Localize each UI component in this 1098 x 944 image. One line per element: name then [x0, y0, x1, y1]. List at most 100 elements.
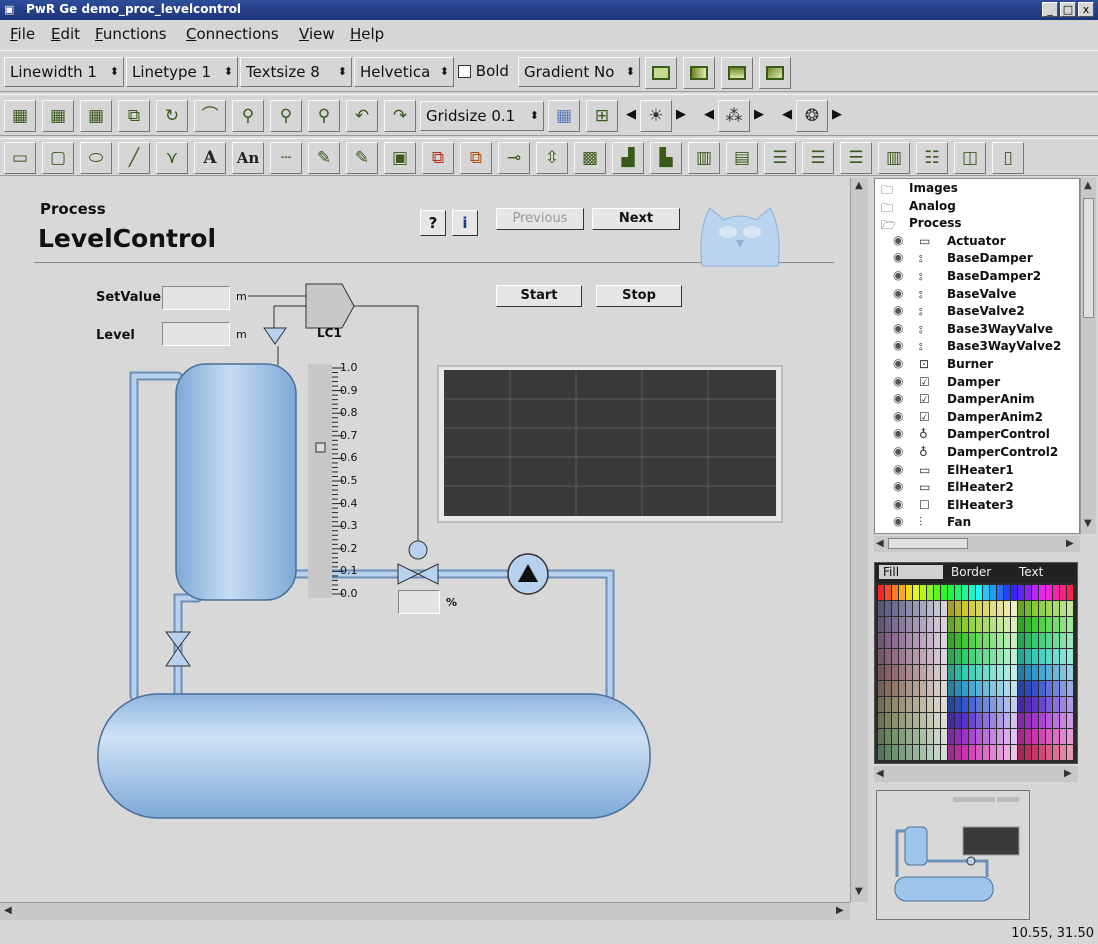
- color-swatch[interactable]: [997, 745, 1003, 760]
- color-swatch[interactable]: [1046, 601, 1052, 616]
- color-swatch[interactable]: [962, 633, 968, 648]
- color-swatch[interactable]: [934, 713, 940, 728]
- color-swatch[interactable]: [955, 697, 961, 712]
- distribute-h-icon[interactable]: ▥: [878, 142, 910, 174]
- canvas-vertical-scrollbar[interactable]: ▲ ▼: [850, 178, 868, 902]
- color-swatch[interactable]: [948, 665, 954, 680]
- image-tool-icon[interactable]: ▩: [574, 142, 606, 174]
- color-swatch[interactable]: [1053, 745, 1059, 760]
- color-swatch[interactable]: [920, 729, 926, 744]
- menu-view[interactable]: View: [299, 25, 335, 43]
- color-swatch[interactable]: [878, 681, 884, 696]
- color-swatch[interactable]: [983, 617, 989, 632]
- color-swatch[interactable]: [1032, 633, 1038, 648]
- color-swatch[interactable]: [990, 633, 996, 648]
- snap-grid-icon[interactable]: ⊞: [586, 100, 618, 132]
- color-swatch[interactable]: [1004, 697, 1010, 712]
- tree-item-actuator[interactable]: ◉ ▭ Actuator: [875, 233, 1075, 251]
- tree-item-elheater2[interactable]: ◉ ▭ ElHeater2: [875, 479, 1075, 497]
- color-swatch[interactable]: [976, 681, 982, 696]
- color-swatch[interactable]: [913, 585, 919, 600]
- color-swatch[interactable]: [1053, 617, 1059, 632]
- color-swatch[interactable]: [1004, 649, 1010, 664]
- color-swatch[interactable]: [885, 681, 891, 696]
- color-swatch[interactable]: [941, 585, 947, 600]
- color-swatch[interactable]: [878, 729, 884, 744]
- color-swatch[interactable]: [913, 665, 919, 680]
- color-swatch[interactable]: [934, 649, 940, 664]
- color-swatch[interactable]: [1046, 745, 1052, 760]
- color-swatch[interactable]: [955, 617, 961, 632]
- color-swatch[interactable]: [927, 697, 933, 712]
- shadow-button[interactable]: [721, 57, 753, 89]
- color-swatch[interactable]: [899, 713, 905, 728]
- color-swatch[interactable]: [1032, 745, 1038, 760]
- zoom-in-icon[interactable]: ⚲: [270, 100, 302, 132]
- color-swatch[interactable]: [983, 601, 989, 616]
- color-swatch[interactable]: [1067, 729, 1073, 744]
- color-swatch[interactable]: [892, 697, 898, 712]
- color-swatch[interactable]: [934, 633, 940, 648]
- color-swatch[interactable]: [1060, 729, 1066, 744]
- expand-icon[interactable]: ◉: [893, 497, 903, 511]
- color-swatch[interactable]: [976, 617, 982, 632]
- color-swatch[interactable]: [969, 633, 975, 648]
- navigator-preview[interactable]: [876, 790, 1030, 920]
- color-swatch[interactable]: [906, 633, 912, 648]
- tree-item-images[interactable]: 🗀 Images: [875, 180, 1075, 198]
- color-swatch[interactable]: [913, 681, 919, 696]
- color-swatch[interactable]: [1053, 681, 1059, 696]
- color-swatch[interactable]: [1025, 745, 1031, 760]
- color-swatch[interactable]: [1067, 617, 1073, 632]
- color-swatch[interactable]: [1004, 729, 1010, 744]
- color-swatch[interactable]: [878, 617, 884, 632]
- tree-item-fan[interactable]: ◉ ⫶ Fan: [875, 514, 1075, 532]
- scroll-down-icon[interactable]: ▼: [855, 886, 863, 897]
- color-swatch[interactable]: [941, 649, 947, 664]
- color-swatch[interactable]: [1039, 633, 1045, 648]
- light-icon[interactable]: ☀: [640, 100, 672, 132]
- color-swatch[interactable]: [920, 649, 926, 664]
- scroll-left-icon[interactable]: ◀: [876, 538, 884, 549]
- expand-icon[interactable]: ◉: [893, 409, 903, 423]
- tree-item-elheater1[interactable]: ◉ ▭ ElHeater1: [875, 462, 1075, 480]
- color-swatch[interactable]: [892, 585, 898, 600]
- color-swatch[interactable]: [969, 585, 975, 600]
- color-swatch[interactable]: [1025, 681, 1031, 696]
- color-swatch[interactable]: [913, 713, 919, 728]
- color-swatch[interactable]: [1011, 681, 1017, 696]
- color-swatch[interactable]: [1046, 713, 1052, 728]
- connection-tool-icon[interactable]: ┄: [270, 142, 302, 174]
- color-swatch[interactable]: [990, 713, 996, 728]
- expand-icon[interactable]: ◉: [893, 338, 903, 352]
- color-swatch[interactable]: [1032, 649, 1038, 664]
- push-back-icon[interactable]: ⧉: [460, 142, 492, 174]
- color-swatch[interactable]: [927, 681, 933, 696]
- color-swatch[interactable]: [1018, 681, 1024, 696]
- copy-icon[interactable]: ⧉: [118, 100, 150, 132]
- color-swatch[interactable]: [878, 697, 884, 712]
- color-swatch[interactable]: [976, 665, 982, 680]
- color-swatch[interactable]: [969, 697, 975, 712]
- color-swatch[interactable]: [1011, 617, 1017, 632]
- connector-tool-icon[interactable]: ⊸: [498, 142, 530, 174]
- color-swatch[interactable]: [955, 681, 961, 696]
- arrow-left-icon[interactable]: ◀: [626, 107, 636, 122]
- color-swatch[interactable]: [899, 745, 905, 760]
- color-swatch[interactable]: [1046, 633, 1052, 648]
- color-swatch[interactable]: [1025, 697, 1031, 712]
- tree-item-base3wayvalve2[interactable]: ◉ ⦂ Base3WayValve2: [875, 338, 1075, 356]
- color-swatch[interactable]: [892, 729, 898, 744]
- color-swatch[interactable]: [1004, 681, 1010, 696]
- color-swatch[interactable]: [920, 697, 926, 712]
- color-swatch[interactable]: [920, 665, 926, 680]
- color-swatch[interactable]: [983, 633, 989, 648]
- color-swatch[interactable]: [1004, 745, 1010, 760]
- color-swatch[interactable]: [1011, 601, 1017, 616]
- color-swatch[interactable]: [969, 713, 975, 728]
- color-swatch[interactable]: [892, 665, 898, 680]
- align-left-icon[interactable]: ☰: [764, 142, 796, 174]
- color-swatch[interactable]: [1011, 697, 1017, 712]
- color-swatch[interactable]: [1018, 729, 1024, 744]
- tree-vertical-scrollbar[interactable]: ▲ ▼: [1080, 178, 1096, 534]
